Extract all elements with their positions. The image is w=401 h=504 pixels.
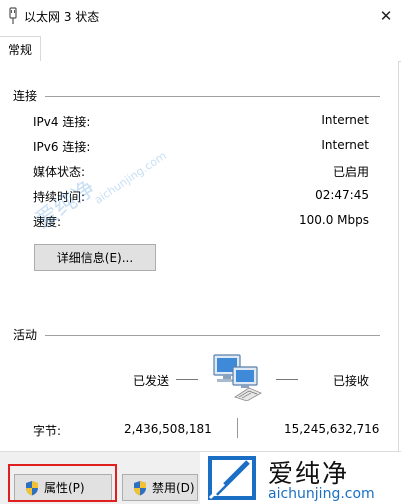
brand-logo-icon: [208, 456, 256, 500]
bytes-separator: [237, 418, 238, 438]
ipv6-value: Internet: [321, 138, 369, 152]
sent-dash: [176, 379, 198, 380]
tab-general[interactable]: 常规: [0, 36, 42, 62]
brand-url: aichunjing.com: [268, 486, 375, 502]
highlight-box: [8, 464, 117, 502]
media-state-value: 已启用: [332, 165, 369, 179]
close-button[interactable]: ✕: [371, 0, 401, 32]
network-adapter-icon: [9, 7, 17, 24]
group-divider: [45, 335, 380, 336]
duration-value: 02:47:45: [315, 188, 369, 202]
disable-button[interactable]: 禁用(D): [122, 474, 198, 501]
received-label: 已接收: [333, 374, 370, 388]
connection-group-label: 连接: [13, 87, 44, 104]
ipv6-label: IPv6 连接:: [33, 140, 91, 154]
uac-shield-icon: [134, 480, 146, 495]
received-dash: [276, 379, 298, 380]
ipv4-value: Internet: [321, 113, 369, 127]
tab-strip: 常规: [0, 36, 401, 62]
speed-value: 100.0 Mbps: [298, 213, 369, 227]
general-panel: 连接 IPv4 连接: Internet IPv6 连接: Internet 媒…: [0, 61, 399, 451]
ipv4-label: IPv4 连接:: [33, 115, 91, 129]
sent-label: 已发送: [133, 374, 170, 388]
bytes-sent-value: 2,436,508,181: [124, 422, 212, 436]
group-divider: [45, 96, 380, 97]
network-computers-icon: [213, 354, 262, 401]
bytes-label: 字节:: [33, 424, 62, 438]
title-bar: 以太网 3 状态 ✕: [0, 0, 401, 32]
bytes-received-value: 15,245,632,716: [284, 422, 380, 436]
window-title: 以太网 3 状态: [24, 10, 100, 24]
details-button[interactable]: 详细信息(E)...: [34, 244, 156, 271]
brand-name: 爱纯净: [268, 459, 350, 488]
activity-group-label: 活动: [13, 326, 44, 343]
brand-watermark: 爱纯净 aichunjing.com: [200, 452, 401, 504]
disable-button-label: 禁用(D): [152, 481, 195, 495]
